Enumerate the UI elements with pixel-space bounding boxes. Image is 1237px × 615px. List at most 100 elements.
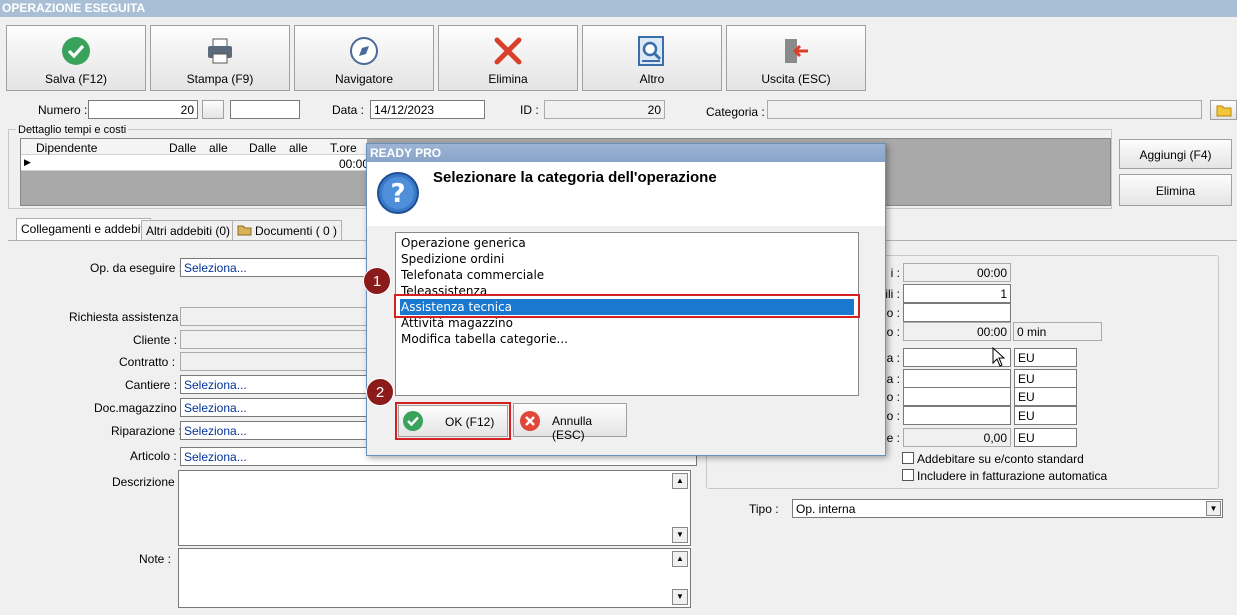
table-row[interactable]: ▶ 00:00 (21, 155, 370, 171)
r8-currency[interactable]: EU (1014, 406, 1077, 425)
contratto-label: Contratto : (119, 355, 176, 369)
col-alle-2: alle (289, 141, 308, 155)
chevron-down-icon[interactable]: ▼ (1206, 501, 1221, 516)
r1-field: 00:00 (903, 263, 1011, 282)
row-pointer-icon: ▶ (24, 157, 31, 167)
list-item[interactable]: Telefonata commerciale (400, 267, 854, 283)
docmag-select[interactable]: Seleziona... (180, 398, 370, 417)
richiesta-label: Richiesta assistenza : (69, 310, 186, 324)
col-tore: T.ore (330, 141, 357, 155)
dettaglio-legend: Dettaglio tempi e costi (16, 124, 129, 136)
scroll-down-icon[interactable]: ▼ (672, 527, 688, 543)
richiesta-field (180, 307, 370, 326)
numero-field[interactable]: 20 (88, 100, 198, 119)
scroll-up-icon[interactable]: ▲ (672, 473, 688, 489)
scroll-down-icon[interactable]: ▼ (672, 589, 688, 605)
list-item[interactable]: Operazione generica (400, 235, 854, 251)
r7-currency[interactable]: EU (1014, 387, 1077, 406)
numero-label: Numero : (38, 103, 88, 117)
fatturazione-label: Includere in fatturazione automatica (917, 469, 1108, 483)
grid-header: Dipendente Dalle alle Dalle alle T.ore (21, 139, 367, 155)
compass-icon (350, 37, 378, 65)
cliente-label: Cliente : (133, 333, 178, 347)
contratto-field (180, 352, 370, 371)
save-label: Salva (F12) (44, 72, 108, 86)
row-tore-value: 00:00 (339, 157, 370, 171)
folder-icon (237, 225, 252, 236)
tab-documenti[interactable]: Documenti ( 0 ) (232, 220, 343, 240)
cliente-field (180, 330, 370, 349)
cantiere-label: Cantiere : (125, 378, 178, 392)
question-icon: ? (377, 172, 419, 214)
articolo-label: Articolo : (130, 449, 177, 463)
r3-field[interactable] (903, 303, 1011, 322)
scroll-up-icon[interactable]: ▲ (672, 551, 688, 567)
list-item[interactable]: Modifica tabella categorie... (400, 331, 854, 347)
fatturazione-checkbox[interactable] (902, 469, 914, 481)
list-item[interactable]: Spedizione ordini (400, 251, 854, 267)
descrizione-label: Descrizione : (112, 475, 182, 489)
other-button[interactable]: Altro (582, 25, 722, 91)
op-label: Op. da eseguire : (90, 261, 183, 275)
tipo-select[interactable]: Op. interna ▼ (792, 499, 1223, 518)
r9-currency[interactable]: EU (1014, 428, 1077, 447)
r7-field[interactable] (903, 387, 1011, 406)
cantiere-select[interactable]: Seleziona... (180, 375, 370, 394)
tab-collegamenti[interactable]: Collegamenti e addebiti (16, 218, 152, 240)
r4-field: 00:00 (903, 322, 1011, 341)
printer-icon (208, 38, 232, 64)
numero-lookup-button[interactable] (202, 100, 224, 119)
col-alle: alle (209, 141, 228, 155)
r5-currency[interactable]: EU (1014, 348, 1077, 367)
mouse-cursor-icon (992, 347, 1006, 367)
r6-currency[interactable]: EU (1014, 369, 1077, 388)
magnifier-document-icon (638, 36, 664, 66)
other-label: Altro (639, 72, 665, 86)
navigator-button[interactable]: Navigatore (294, 25, 434, 91)
note-label: Note : (139, 552, 172, 566)
folder-icon (1216, 105, 1231, 117)
col-dipendente: Dipendente (36, 141, 98, 155)
dialog-title: READY PRO (367, 144, 885, 162)
svg-text:?: ? (390, 179, 405, 209)
data-label: Data : (332, 103, 365, 117)
categoria-folder-button[interactable] (1210, 100, 1237, 120)
tipo-value: Op. interna (796, 502, 856, 516)
note-textarea[interactable]: ▲ ▼ (178, 548, 691, 608)
addebitare-checkbox[interactable] (902, 452, 914, 464)
riparazione-label: Riparazione : (111, 424, 182, 438)
tab-altri-addebiti[interactable]: Altri addebiti (0) (141, 220, 236, 240)
tipo-label: Tipo : (749, 502, 779, 516)
r9-field: 0,00 (903, 428, 1011, 447)
descrizione-textarea[interactable]: ▲ ▼ (178, 470, 691, 546)
col-dalle: Dalle (169, 141, 197, 155)
delete-label: Elimina (488, 72, 528, 86)
red-x-icon (494, 37, 522, 65)
op-select[interactable]: Seleziona... (180, 258, 370, 277)
categoria-field (767, 100, 1202, 119)
aggiungi-button[interactable]: Aggiungi (F4) (1119, 139, 1232, 169)
print-button[interactable]: Stampa (F9) (150, 25, 290, 91)
r6-field[interactable] (903, 369, 1011, 388)
save-button[interactable]: Salva (F12) (6, 25, 146, 91)
r8-field[interactable] (903, 406, 1011, 425)
ok-button[interactable]: OK (F12) (398, 405, 508, 437)
elimina-row-button[interactable]: Elimina (1119, 174, 1232, 206)
r2-field[interactable]: 1 (903, 284, 1011, 303)
window-title: OPERAZIONE ESEGUITA (0, 0, 1237, 17)
riparazione-select[interactable]: Seleziona... (180, 421, 370, 440)
category-dialog: READY PRO ? Selezionare la categoria del… (366, 143, 886, 456)
numero-suffix-field[interactable] (230, 100, 300, 119)
delete-button[interactable]: Elimina (438, 25, 578, 91)
cancel-x-icon (520, 411, 540, 431)
data-field[interactable]: 14/12/2023 (370, 100, 485, 119)
tab-documenti-label: Documenti ( 0 ) (255, 224, 338, 238)
navigator-label: Navigatore (334, 72, 394, 86)
id-field: 20 (544, 100, 665, 119)
exit-door-icon (785, 39, 808, 63)
col-dalle-2: Dalle (249, 141, 277, 155)
exit-button[interactable]: Uscita (ESC) (726, 25, 866, 91)
annulla-button[interactable]: Annulla (ESC) (513, 403, 627, 442)
dialog-header: ? Selezionare la categoria dell'operazio… (367, 162, 885, 226)
id-label: ID : (520, 103, 539, 117)
